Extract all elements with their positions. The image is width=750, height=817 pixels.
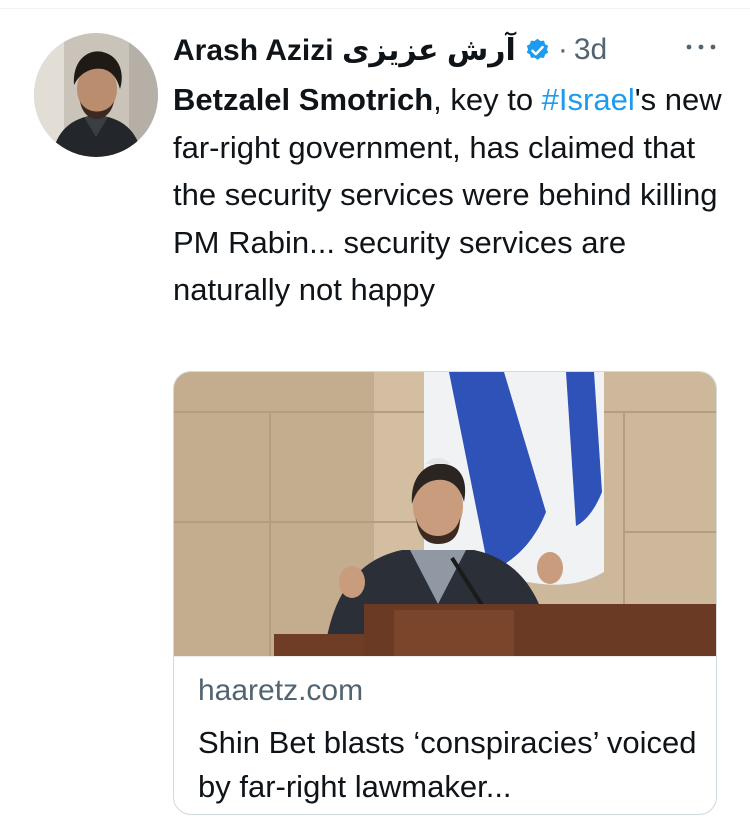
divider: [174, 656, 716, 657]
link-card-image[interactable]: [174, 372, 716, 656]
divider: [0, 8, 750, 9]
verified-badge-icon: [524, 37, 551, 64]
mention-link[interactable]: Betzalel Smotrich: [173, 82, 433, 117]
link-card[interactable]: haaretz.com Shin Bet blasts ‘conspiracie…: [173, 371, 717, 815]
avatar[interactable]: [34, 33, 158, 157]
tweet-header: Arash Azizi آرش عزیزی · 3d: [173, 28, 607, 72]
separator-dot: ·: [557, 33, 568, 66]
hashtag-link[interactable]: #Israel: [542, 82, 635, 117]
more-options-icon[interactable]: [684, 40, 718, 54]
link-card-title[interactable]: Shin Bet blasts ‘conspiracies’ voiced by…: [198, 721, 703, 809]
tweet-text-part: , key to: [433, 82, 542, 117]
tweet-text: Betzalel Smotrich, key to #Israel's new …: [173, 76, 733, 314]
author-name[interactable]: Arash Azizi آرش عزیزی: [173, 33, 516, 68]
tweet-screenshot: Arash Azizi آرش عزیزی · 3d Betzalel Smot…: [0, 0, 750, 817]
link-card-domain: haaretz.com: [198, 674, 364, 707]
timestamp[interactable]: 3d: [574, 33, 607, 67]
